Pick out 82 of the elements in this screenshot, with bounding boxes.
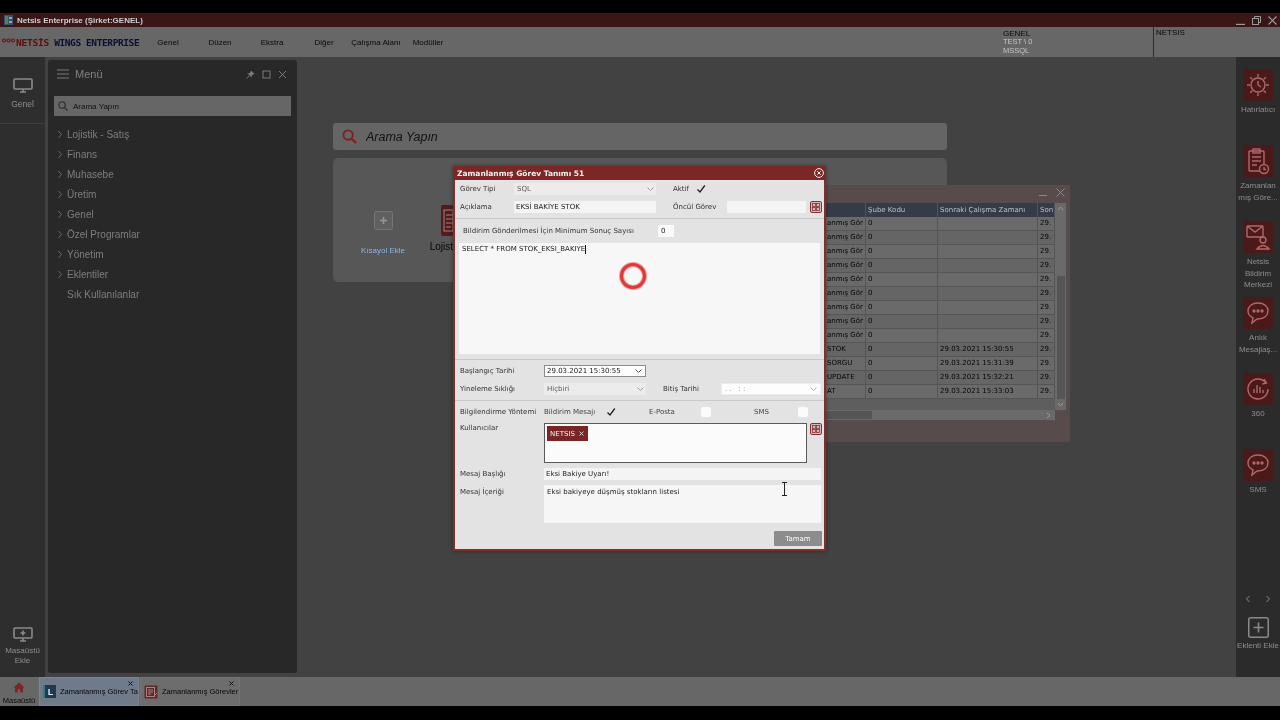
- app-icon: [4, 15, 13, 25]
- app-badge: L: [43, 685, 56, 698]
- plus-icon: [1247, 617, 1269, 638]
- search-icon: [58, 101, 68, 111]
- menu-tree-item[interactable]: Eklentiler: [48, 264, 109, 284]
- desktop-tab[interactable]: Genel: [0, 57, 45, 123]
- menu-item[interactable]: Genel: [142, 35, 194, 49]
- close-icon[interactable]: [229, 681, 234, 686]
- menu-tree-item[interactable]: Üretim: [48, 184, 97, 204]
- menu-item[interactable]: Ekstra: [246, 35, 298, 49]
- window-title: Netsis Enterprise (Şirket:GENEL): [17, 15, 143, 25]
- caret-icon: [637, 387, 644, 391]
- menu-tree-item[interactable]: Genel: [48, 204, 94, 224]
- caret-icon: [647, 187, 654, 191]
- panel-title: Menü: [75, 68, 103, 80]
- menu-item[interactable]: Modüller: [402, 35, 454, 49]
- logo-product-text: WINGS ENTERPRISE: [54, 36, 140, 48]
- logo-brand-text: NETSİS: [16, 36, 50, 48]
- caret-icon: [635, 369, 642, 373]
- menu-tree-item[interactable]: Sık Kullanılanlar: [48, 284, 140, 304]
- search-icon: [342, 129, 357, 144]
- checkbox[interactable]: [696, 184, 706, 194]
- grid-picker-icon[interactable]: [810, 423, 822, 435]
- text-cursor-icon: [781, 482, 788, 496]
- chevron-down-icon[interactable]: [1057, 402, 1064, 407]
- click-ring-icon: [619, 262, 647, 290]
- gear-icon: [1243, 69, 1273, 101]
- add-desktop-button[interactable]: Masaüstü Ekle: [0, 627, 45, 665]
- user-name: NETSIS: [1155, 27, 1186, 37]
- menu-tree-item[interactable]: Yönetim: [48, 244, 104, 264]
- close-icon[interactable]: [128, 681, 133, 686]
- side-panel-item[interactable]: 360: [1236, 373, 1280, 449]
- menu-tree-item[interactable]: Muhasebe: [48, 164, 114, 184]
- envelope-icon: [1243, 221, 1273, 253]
- monitor-icon: [12, 78, 33, 93]
- menu-icon[interactable]: [57, 69, 69, 79]
- vertical-scrollbar[interactable]: [1055, 203, 1066, 410]
- remove-icon[interactable]: [578, 431, 584, 436]
- logo-mark-icon: [2, 37, 15, 43]
- plus-icon: [373, 211, 393, 230]
- side-panel-item[interactable]: Zamanlanmış Göre...: [1236, 145, 1280, 221]
- checkbox[interactable]: [606, 407, 616, 417]
- side-panel-item[interactable]: SMS: [1236, 449, 1280, 525]
- scrollbar-thumb[interactable]: [826, 411, 872, 419]
- chat-icon: [1243, 297, 1273, 329]
- text-caret-icon: [585, 245, 587, 254]
- pin-icon[interactable]: [246, 69, 255, 79]
- side-panel-item[interactable]: Anlık Mesajlaş...: [1236, 297, 1280, 373]
- menu-tree-item[interactable]: Özel Programlar: [48, 224, 140, 244]
- menu-item[interactable]: Diğer: [298, 35, 350, 49]
- grid-picker-icon[interactable]: [810, 201, 822, 213]
- company-name: GENEL: [1003, 29, 1032, 38]
- search-field[interactable]: Arama Yapın: [333, 123, 947, 150]
- close-icon[interactable]: [1268, 15, 1277, 25]
- search-field[interactable]: Arama Yapın: [54, 96, 291, 116]
- add-plugin-button[interactable]: Eklenti Ekle: [1236, 617, 1280, 651]
- chevron-right-icon[interactable]: [1265, 595, 1271, 603]
- side-panel-item[interactable]: Hatırlatıcı: [1236, 69, 1280, 145]
- chevron-up-icon[interactable]: [1057, 206, 1064, 211]
- checkbox[interactable]: [798, 407, 808, 417]
- restore-icon[interactable]: [1252, 15, 1261, 25]
- document-icon: [441, 205, 453, 236]
- menu-item[interactable]: Çalışma Alanı: [350, 35, 402, 49]
- chevron-right-icon[interactable]: [1046, 411, 1051, 419]
- menu-tree-item[interactable]: Lojistik - Satış: [48, 124, 130, 144]
- chart-icon: [1243, 373, 1273, 405]
- maximize-icon[interactable]: [262, 69, 271, 79]
- chevron-left-icon[interactable]: [1245, 595, 1251, 603]
- form-icon: [144, 684, 158, 699]
- monitor-plus-icon: [12, 627, 33, 642]
- side-panel-item[interactable]: Netsis Bildirim Merkezi: [1236, 221, 1280, 297]
- checkbox[interactable]: [701, 407, 711, 417]
- horizontal-scrollbar[interactable]: [826, 410, 1055, 420]
- add-shortcut-button[interactable]: Kısayol Ekle: [348, 158, 418, 255]
- home-icon: [13, 682, 25, 693]
- caret-icon: [810, 387, 817, 391]
- clipboard-icon: [1243, 145, 1273, 177]
- chat-icon: [1243, 449, 1273, 481]
- scrollbar-thumb[interactable]: [1056, 276, 1065, 399]
- close-icon[interactable]: [278, 69, 287, 79]
- menu-item[interactable]: Düzen: [194, 35, 246, 49]
- menu-tree-item[interactable]: Finans: [48, 144, 97, 164]
